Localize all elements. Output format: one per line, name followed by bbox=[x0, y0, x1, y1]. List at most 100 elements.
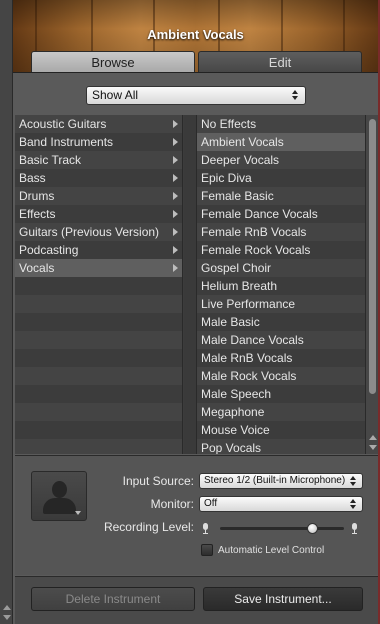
category-item-label: Bass bbox=[19, 171, 46, 185]
preset-item[interactable]: Female Dance Vocals bbox=[197, 205, 365, 223]
recording-level-label: Recording Level: bbox=[103, 520, 194, 534]
category-item-label: Basic Track bbox=[19, 153, 82, 167]
preset-item[interactable]: Ambient Vocals bbox=[197, 133, 365, 151]
category-item[interactable]: Effects bbox=[15, 205, 182, 223]
empty-row bbox=[15, 313, 182, 331]
preset-item[interactable]: Helium Breath bbox=[197, 277, 365, 295]
dropdown-caret-icon bbox=[75, 511, 81, 515]
updown-arrows-icon bbox=[350, 499, 357, 510]
preset-item-label: Male Dance Vocals bbox=[201, 333, 304, 347]
category-item[interactable]: Vocals bbox=[15, 259, 182, 277]
preset-item-label: Live Performance bbox=[201, 297, 296, 311]
category-item[interactable]: Bass bbox=[15, 169, 182, 187]
preset-item[interactable]: Pop Vocals bbox=[197, 439, 365, 454]
category-list: Acoustic Guitars Band Instruments Basic Tr… bbox=[15, 115, 183, 454]
preset-item-label: Male RnB Vocals bbox=[201, 351, 293, 365]
filter-dropdown[interactable]: Show All bbox=[86, 86, 306, 105]
delete-instrument-button[interactable]: Delete Instrument bbox=[31, 587, 195, 611]
chevron-right-icon bbox=[173, 156, 178, 164]
scrollbar-thumb[interactable] bbox=[369, 119, 376, 394]
scroll-down-arrow-icon[interactable] bbox=[369, 445, 377, 450]
input-source-select[interactable]: Stereo 1/2 (Built-in Microphone) bbox=[199, 473, 363, 489]
empty-row bbox=[15, 439, 182, 454]
empty-row bbox=[15, 403, 182, 421]
category-item[interactable]: Basic Track bbox=[15, 151, 182, 169]
preset-item[interactable]: Male Rock Vocals bbox=[197, 367, 365, 385]
empty-row bbox=[15, 349, 182, 367]
instrument-icon-picker[interactable] bbox=[31, 471, 87, 521]
preset-item-label: Female Rock Vocals bbox=[201, 243, 311, 257]
save-instrument-button[interactable]: Save Instrument... bbox=[203, 587, 363, 611]
empty-row bbox=[15, 295, 182, 313]
category-item-label: Podcasting bbox=[19, 243, 79, 257]
category-item-label: Guitars (Previous Version) bbox=[19, 225, 160, 239]
filter-dropdown-value: Show All bbox=[92, 88, 139, 102]
preset-item[interactable]: Mouse Voice bbox=[197, 421, 365, 439]
microphone-icon bbox=[351, 523, 358, 534]
automatic-level-control-checkbox[interactable] bbox=[201, 544, 213, 556]
preset-item-label: Male Speech bbox=[201, 387, 272, 401]
chevron-right-icon bbox=[173, 138, 178, 146]
recording-level-slider[interactable] bbox=[220, 527, 344, 530]
tab-edit[interactable]: Edit bbox=[198, 51, 362, 72]
preset-item-label: Deeper Vocals bbox=[201, 153, 280, 167]
preset-item[interactable]: Male Basic bbox=[197, 313, 365, 331]
preset-item[interactable]: Female RnB Vocals bbox=[197, 223, 365, 241]
input-source-value: Stereo 1/2 (Built-in Microphone) bbox=[204, 475, 346, 486]
left-scrollbar[interactable] bbox=[0, 0, 13, 624]
scroll-up-arrow-icon[interactable] bbox=[3, 605, 11, 610]
empty-row bbox=[15, 277, 182, 295]
preset-item[interactable]: Male Dance Vocals bbox=[197, 331, 365, 349]
preset-list: No Effects Ambient Vocals Deeper Vocals Epi… bbox=[197, 115, 365, 454]
empty-row bbox=[15, 385, 182, 403]
scroll-down-arrow-icon[interactable] bbox=[3, 615, 11, 620]
preset-item-label: Gospel Choir bbox=[201, 261, 272, 275]
category-item[interactable]: Drums bbox=[15, 187, 182, 205]
chevron-right-icon bbox=[173, 246, 178, 254]
preset-item-label: Female Dance Vocals bbox=[201, 207, 318, 221]
empty-row bbox=[15, 367, 182, 385]
chevron-right-icon bbox=[173, 210, 178, 218]
updown-arrows-icon bbox=[350, 476, 357, 487]
preset-item[interactable]: Deeper Vocals bbox=[197, 151, 365, 169]
category-item[interactable]: Guitars (Previous Version) bbox=[15, 223, 182, 241]
preset-item-label: Female Basic bbox=[201, 189, 274, 203]
automatic-level-control-label: Automatic Level Control bbox=[218, 545, 325, 556]
category-item[interactable]: Band Instruments bbox=[15, 133, 182, 151]
chevron-right-icon bbox=[173, 174, 178, 182]
preset-item[interactable]: Megaphone bbox=[197, 403, 365, 421]
preset-item[interactable]: Male RnB Vocals bbox=[197, 349, 365, 367]
browser-lists: Acoustic Guitars Band Instruments Basic Tr… bbox=[15, 115, 378, 454]
person-silhouette-icon bbox=[52, 481, 67, 498]
chevron-right-icon bbox=[173, 228, 178, 236]
monitor-select[interactable]: Off bbox=[199, 496, 363, 512]
instrument-title: Ambient Vocals bbox=[147, 27, 244, 42]
tab-browse[interactable]: Browse bbox=[31, 51, 195, 72]
preset-item[interactable]: Female Basic bbox=[197, 187, 365, 205]
empty-row bbox=[15, 331, 182, 349]
category-item-label: Acoustic Guitars bbox=[19, 117, 107, 131]
preset-item[interactable]: Female Rock Vocals bbox=[197, 241, 365, 259]
chevron-right-icon bbox=[173, 120, 178, 128]
recording-level-slider-knob[interactable] bbox=[307, 523, 318, 534]
microphone-icon bbox=[202, 523, 209, 534]
preset-item[interactable]: Male Speech bbox=[197, 385, 365, 403]
monitor-value: Off bbox=[204, 498, 218, 509]
category-item[interactable]: Acoustic Guitars bbox=[15, 115, 182, 133]
category-gutter bbox=[184, 115, 197, 454]
preset-item-label: Male Rock Vocals bbox=[201, 369, 297, 383]
category-item[interactable]: Podcasting bbox=[15, 241, 182, 259]
preset-scrollbar[interactable] bbox=[365, 115, 378, 454]
updown-arrows-icon bbox=[292, 90, 299, 101]
category-item-label: Drums bbox=[19, 189, 55, 203]
preset-item-label: Megaphone bbox=[201, 405, 265, 419]
input-source-label: Input Source: bbox=[122, 474, 194, 488]
preset-item[interactable]: Gospel Choir bbox=[197, 259, 365, 277]
scroll-up-arrow-icon[interactable] bbox=[369, 435, 377, 440]
chevron-right-icon bbox=[173, 264, 178, 272]
preset-item-label: Helium Breath bbox=[201, 279, 278, 293]
category-item-label: Effects bbox=[19, 207, 56, 221]
preset-item[interactable]: No Effects bbox=[197, 115, 365, 133]
preset-item[interactable]: Live Performance bbox=[197, 295, 365, 313]
preset-item[interactable]: Epic Diva bbox=[197, 169, 365, 187]
